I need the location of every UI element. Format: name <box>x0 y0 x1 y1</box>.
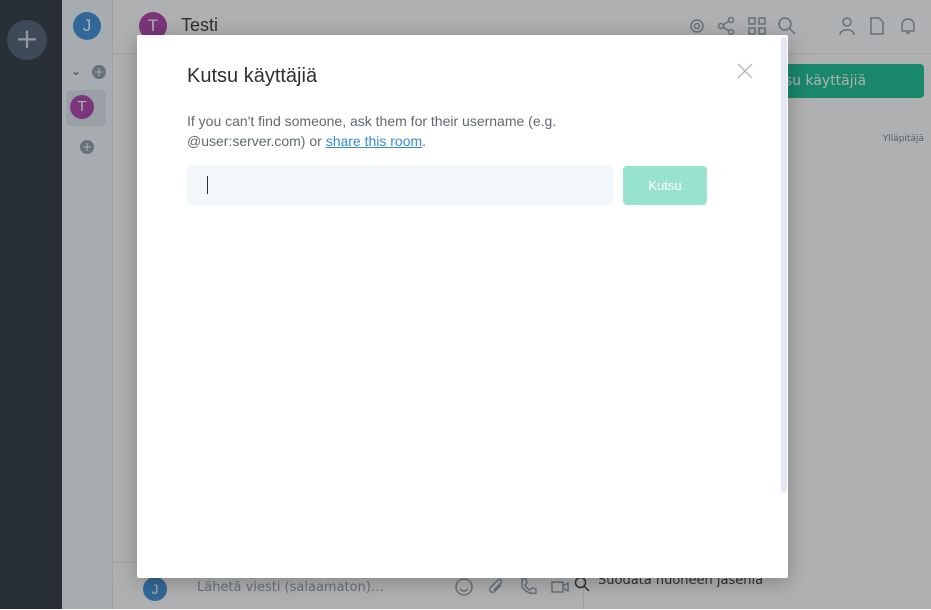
close-icon[interactable] <box>735 61 755 81</box>
dialog-scrollbar[interactable] <box>781 37 787 492</box>
share-room-link[interactable]: share this room <box>326 133 422 149</box>
invite-search-input[interactable] <box>187 166 613 205</box>
invite-button[interactable]: Kutsu <box>623 166 707 205</box>
dialog-description: If you can't find someone, ask them for … <box>187 111 607 151</box>
dialog-title: Kutsu käyttäjiä <box>187 65 318 87</box>
text-caret <box>207 176 208 194</box>
invite-dialog: Kutsu käyttäjiä If you can't find someon… <box>137 35 788 578</box>
description-suffix: . <box>422 133 427 149</box>
